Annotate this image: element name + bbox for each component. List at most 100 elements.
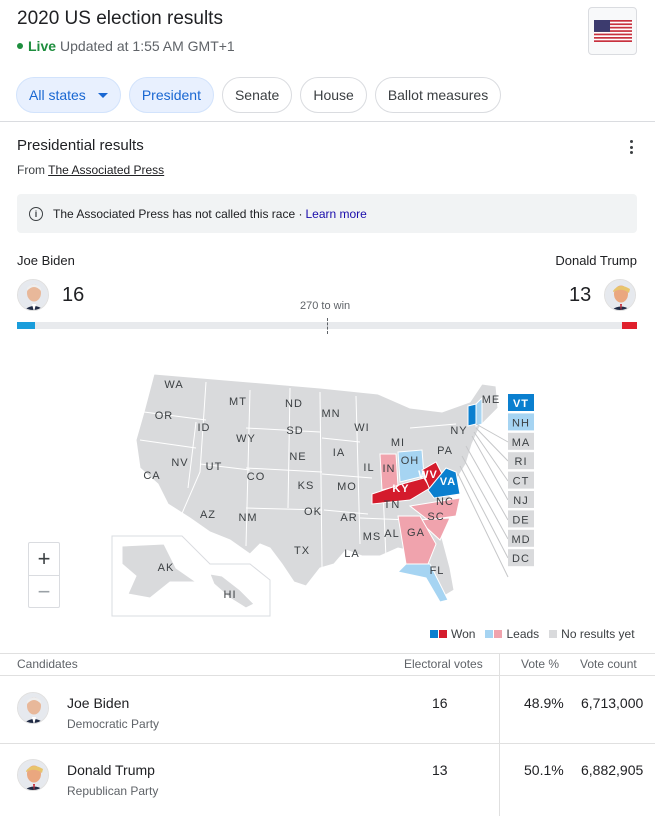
biden-avatar (17, 279, 49, 311)
filter-chips: All states President Senate House Ballot… (16, 77, 502, 113)
state-label-wy: WY (236, 433, 256, 445)
source-link[interactable]: The Associated Press (48, 163, 164, 177)
table-row[interactable]: Joe Biden Democratic Party 16 48.9% 6,71… (0, 677, 655, 743)
state-label-nd: ND (285, 398, 303, 410)
state-label-ga: GA (407, 527, 425, 539)
election-map[interactable]: WA OR CA ID NV MT WY UT AZ CO NM ND SD NE KS OK TX MN IA MO… (110, 368, 550, 618)
results-table-header: Candidates Electoral votes Vote % Vote c… (0, 653, 655, 676)
state-label-in: IN (383, 463, 396, 475)
candidate-name: Joe Biden (67, 695, 130, 711)
state-label-ca: CA (143, 470, 160, 482)
zoom-in-button[interactable]: + (29, 543, 59, 575)
state-box-label-ri: RI (515, 456, 528, 468)
chip-house[interactable]: House (300, 77, 367, 113)
state-label-ms: MS (363, 531, 382, 543)
state-label-ny: NY (450, 425, 467, 437)
table-row[interactable]: Donald Trump Republican Party 13 50.1% 6… (0, 743, 655, 809)
state-label-me: ME (482, 394, 501, 406)
state-label-oh: OH (401, 455, 420, 467)
state-label-ak: AK (158, 562, 175, 574)
vote-count: 6,713,000 (581, 695, 644, 711)
state-label-co: CO (247, 471, 266, 483)
state-label-id: ID (198, 422, 211, 434)
state-label-sd: SD (286, 425, 303, 437)
state-label-ut: UT (206, 461, 223, 473)
notice-text: The Associated Press has not called this… (53, 206, 303, 221)
biden-electoral-votes: 16 (62, 284, 85, 306)
state-label-hi: HI (224, 589, 237, 601)
us-flag-icon (593, 20, 632, 42)
electoral-votes: 13 (432, 762, 448, 778)
state-box-label-ct: CT (513, 476, 530, 488)
legend-leads: Leads (485, 627, 539, 641)
state-box-label-dc: DC (512, 553, 530, 565)
source-prefix: From (17, 163, 45, 177)
trump-electoral-votes: 13 (569, 284, 592, 306)
state-selector-label: All states (29, 87, 86, 103)
state-selector[interactable]: All states (16, 77, 121, 113)
source-line: From The Associated Press (17, 163, 164, 177)
state-label-fl: FL (430, 565, 445, 577)
header: 2020 US election results Live Updated at… (0, 0, 655, 122)
col-electoral: Electoral votes (404, 657, 483, 671)
state-label-la: LA (344, 548, 359, 560)
info-icon: i (29, 206, 43, 221)
live-label: Live (28, 38, 57, 54)
live-dot-icon (17, 43, 23, 49)
state-label-nm: NM (238, 512, 257, 524)
biden-progress (17, 322, 36, 329)
state-label-nv: NV (171, 457, 188, 469)
us-flag-button[interactable] (588, 7, 637, 55)
chip-ballot-measures[interactable]: Ballot measures (374, 77, 502, 113)
state-box-label-ma: MA (512, 437, 531, 449)
chip-president[interactable]: President (128, 77, 214, 113)
chip-senate[interactable]: Senate (221, 77, 293, 113)
state-label-mi: MI (391, 437, 405, 449)
state-label-ne: NE (289, 451, 306, 463)
state-label-ok: OK (304, 506, 322, 518)
state-label-az: AZ (200, 509, 216, 521)
trump-name: Donald Trump (555, 253, 637, 268)
notice-banner: i The Associated Press has not called th… (17, 194, 637, 233)
col-candidates: Candidates (17, 657, 78, 671)
state-label-ar: AR (340, 512, 357, 524)
state-label-sc: SC (427, 511, 444, 523)
page-title: 2020 US election results (17, 8, 223, 29)
legend-won: Won (430, 627, 475, 641)
state-box-label-nj: NJ (513, 495, 528, 507)
threshold-marker (327, 318, 328, 334)
state-label-ks: KS (298, 480, 315, 492)
vote-percent: 50.1% (524, 762, 564, 778)
candidate-party: Democratic Party (67, 717, 160, 731)
state-label-ia: IA (333, 447, 345, 459)
state-box-label-vt: VT (513, 398, 529, 410)
state-label-wi: WI (354, 422, 369, 434)
state-label-or: OR (155, 410, 174, 422)
state-label-wv: WV (418, 469, 438, 481)
vote-count: 6,882,905 (581, 762, 644, 778)
state-box-label-nh: NH (512, 417, 530, 429)
more-options-icon[interactable] (625, 138, 637, 156)
state-label-nc: NC (436, 496, 454, 508)
map-legend: Won Leads No results yet (430, 627, 641, 641)
zoom-out-button[interactable]: − (29, 575, 59, 607)
trump-avatar (17, 759, 49, 791)
threshold-label: 270 to win (300, 300, 351, 312)
state-label-tx: TX (294, 545, 310, 557)
col-vote-count: Vote count (580, 657, 637, 671)
caret-down-icon (97, 92, 108, 98)
state-label-mn: MN (321, 408, 340, 420)
biden-name: Joe Biden (17, 253, 75, 268)
section-title: Presidential results (17, 137, 144, 154)
state-label-al: AL (384, 528, 399, 540)
legend-none: No results yet (549, 627, 635, 641)
live-status: Live Updated at 1:55 AM GMT+1 (17, 38, 235, 54)
state-label-tn: TN (384, 499, 401, 511)
learn-more-link[interactable]: Learn more (305, 207, 366, 221)
state-box-label-md: MD (511, 534, 530, 546)
electoral-votes: 16 (432, 695, 448, 711)
trump-progress (622, 322, 637, 329)
state-box-label-de: DE (512, 514, 529, 526)
updated-text: Updated at 1:55 AM GMT+1 (60, 38, 235, 54)
state-label-ky: KY (392, 483, 409, 495)
